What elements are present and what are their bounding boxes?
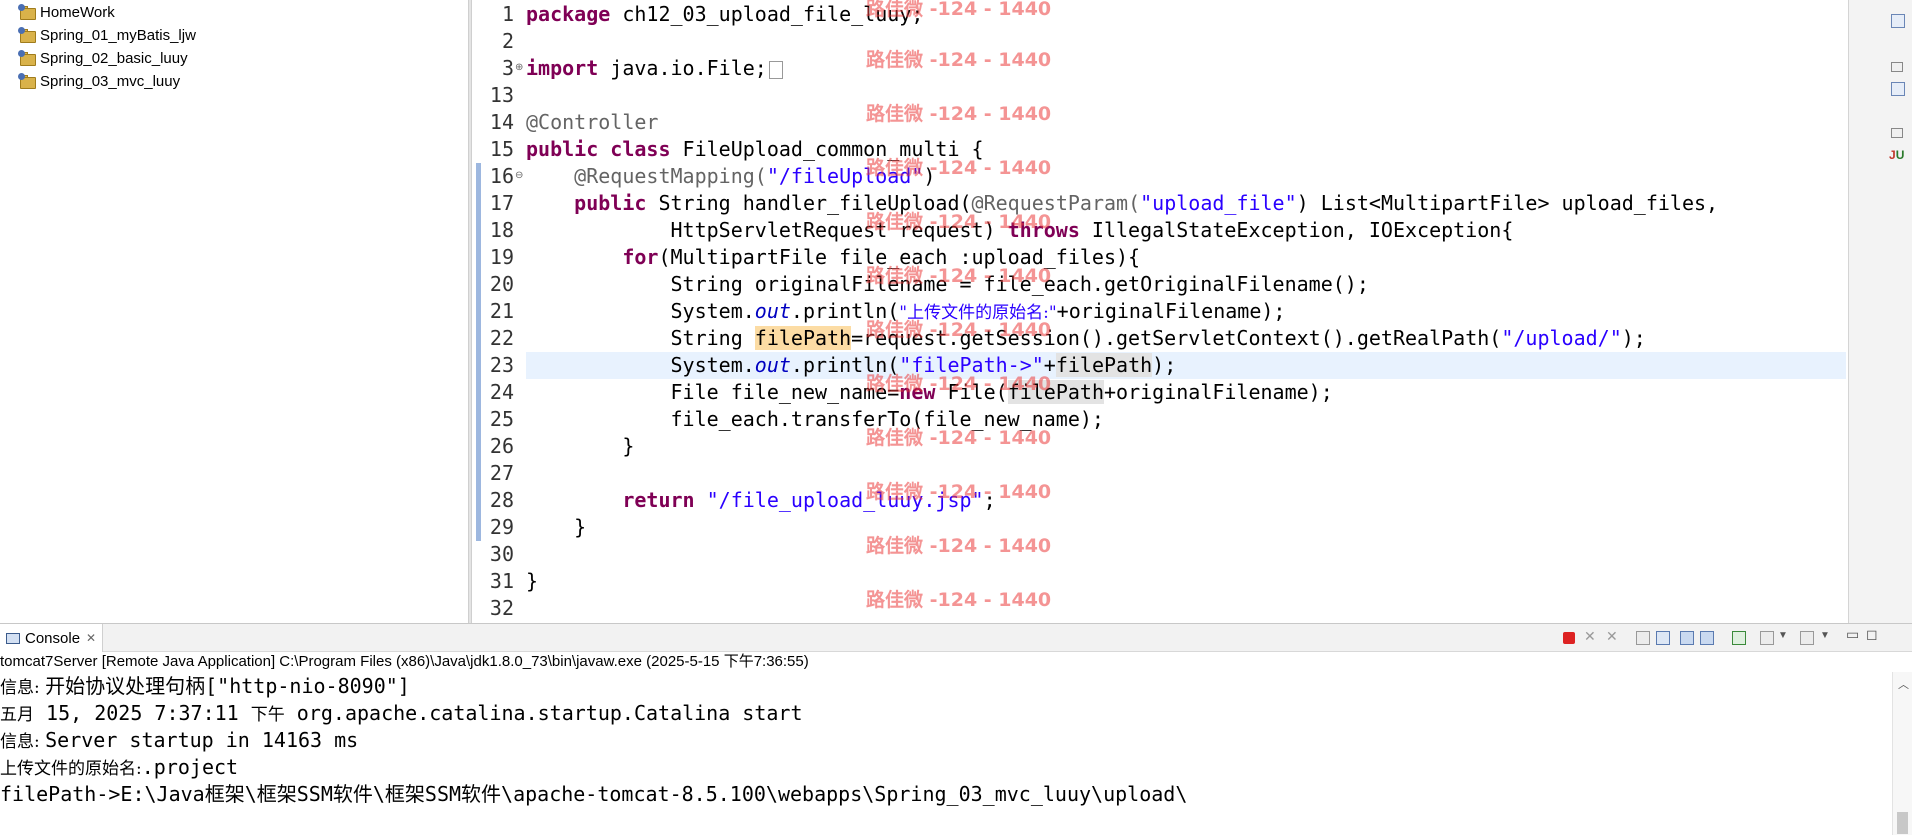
remove-all-terminated-icon[interactable]: ✕ [1606,628,1618,645]
line-number-gutter: 1 2 3 ⊕ 13 14 15 16 ⊖ 17 18 19 20 21 22 … [472,0,523,623]
line-number: 23 [489,353,514,377]
tree-item-project[interactable]: Spring_03_mvc_luuy [18,70,180,92]
minimize-view-icon[interactable] [1891,128,1903,138]
line-number: 18 [489,218,514,242]
remove-launch-icon[interactable]: ✕ [1584,628,1596,645]
line-number: 17 [489,191,514,215]
console-process-title: tomcat7Server [Remote Java Application] … [0,653,809,670]
line-number: 3 [501,56,514,80]
code-area[interactable]: package ch12_03_upload_file_luuy; import… [526,0,1846,623]
code-line: } [526,515,587,539]
line-number: 20 [489,272,514,296]
code-line: @RequestMapping("/fileUpload") [526,164,936,188]
right-view-toolbar: JU [1848,0,1912,623]
open-console-icon[interactable] [1800,631,1814,645]
line-number: 21 [489,299,514,323]
code-line: for(MultipartFile file_each :upload_file… [526,245,1141,269]
minimize-icon[interactable]: ▭ [1846,626,1860,642]
line-number: 27 [489,461,514,485]
occurrence-highlight: filePath [1055,353,1153,377]
line-number: 19 [489,245,514,269]
code-line: System.out.println("上传文件的原始名:"+originalF… [526,299,1286,323]
java-project-icon [18,27,36,43]
code-line: public class FileUpload_common_multi { [526,137,984,161]
line-number: 14 [489,110,514,134]
collapse-fold-icon[interactable]: ⊖ [515,170,523,181]
code-editor[interactable]: 1 2 3 ⊕ 13 14 15 16 ⊖ 17 18 19 20 21 22 … [472,0,1847,623]
code-line-current: System.out.println("filePath->"+filePath… [526,353,1177,377]
tree-item-label: Spring_03_mvc_luuy [40,72,181,90]
chevron-down-icon[interactable]: ▼ [1820,630,1830,641]
line-number: 22 [489,326,514,350]
console-view: Console ✕ ✕ ✕ ▼ ▼ ▭ ◻ tomcat7Server [Rem… [0,623,1912,835]
occurrence-highlight: filePath [1007,380,1104,404]
code-line: return "/file_upload_luuy.jsp"; [526,488,996,512]
tree-item-label: Spring_01_myBatis_ljw [40,26,196,44]
java-project-icon [18,50,36,66]
pin-console-icon[interactable] [1732,631,1746,645]
tab-console[interactable]: Console ✕ [0,624,104,652]
code-line: file_each.transferTo(file_new_name); [526,407,1104,431]
console-line: 信息: Server startup in 14163 ms [0,728,359,752]
close-icon[interactable]: ✕ [86,631,96,645]
console-icon [6,632,20,644]
console-scrollbar[interactable]: ︿ [1892,672,1912,835]
project-explorer: HomeWork Spring_01_myBatis_ljw Spring_02… [0,0,468,623]
line-number: 32 [489,596,514,620]
console-tab-bar: Console ✕ ✕ ✕ ▼ ▼ ▭ ◻ [0,624,1912,652]
tab-label: Console [25,629,81,647]
tree-item-project[interactable]: Spring_02_basic_luuy [18,47,188,69]
tree-item-project[interactable]: HomeWork [18,1,115,23]
java-project-icon [18,4,36,20]
code-line: } [526,569,539,593]
show-on-stdout-icon[interactable] [1680,631,1694,645]
maximize-icon[interactable]: ◻ [1866,626,1880,642]
code-line: String filePath=request.getSession().get… [526,326,1646,350]
line-number: 16 [489,164,514,188]
line-number: 15 [489,137,514,161]
scroll-lock-icon[interactable] [1656,631,1670,645]
task-list-icon[interactable] [1891,82,1905,96]
line-number: 1 [501,2,514,26]
expand-fold-icon[interactable]: ⊕ [515,62,523,73]
tree-item-label: HomeWork [40,3,115,21]
line-number: 26 [489,434,514,458]
java-project-icon [18,73,36,89]
junit-icon[interactable]: JU [1889,148,1904,162]
chevron-down-icon[interactable]: ▼ [1778,630,1788,641]
code-line: import java.io.File; [526,55,783,82]
show-on-stderr-icon[interactable] [1700,631,1714,645]
code-line: public String handler_fileUpload(@Reques… [526,191,1719,215]
code-line: @Controller [526,110,659,134]
line-number: 28 [489,488,514,512]
code-line: String originalFilename = file_each.getO… [526,272,1369,296]
line-number: 31 [489,569,514,593]
line-number: 25 [489,407,514,431]
scrollbar-thumb[interactable] [1897,812,1908,834]
code-line: File file_new_name=new File(filePath+ori… [526,380,1333,404]
line-number: 30 [489,542,514,566]
tree-item-project[interactable]: Spring_01_myBatis_ljw [18,24,196,46]
console-output[interactable]: 信息: 开始协议处理句柄["http-nio-8090"] 五月 15, 202… [0,673,1860,835]
clear-console-icon[interactable] [1636,631,1650,645]
console-line: 信息: 开始协议处理句柄["http-nio-8090"] [0,674,410,698]
line-number: 24 [489,380,514,404]
chevron-up-icon[interactable]: ︿ [1898,676,1909,692]
occurrence-highlight: filePath [754,326,852,350]
line-number: 29 [489,515,514,539]
display-selected-console-icon[interactable] [1760,631,1774,645]
line-number: 13 [489,83,514,107]
collapsed-imports-icon[interactable] [768,60,783,79]
tree-item-label: Spring_02_basic_luuy [40,49,188,67]
minimize-view-icon[interactable] [1891,62,1903,72]
console-line: 五月 15, 2025 7:37:11 下午 org.apache.catali… [0,701,803,725]
console-line: 上传文件的原始名:.project [0,755,239,779]
outline-view-icon[interactable] [1891,14,1905,28]
code-line: HttpServletRequest request) throws Illeg… [526,218,1514,242]
code-line: } [526,434,635,458]
line-number: 2 [501,29,514,53]
console-line: filePath->E:\Java框架\框架SSM软件\框架SSM软件\apac… [0,782,1188,806]
code-line: package ch12_03_upload_file_luuy; [526,2,924,26]
terminate-icon[interactable] [1563,632,1575,644]
